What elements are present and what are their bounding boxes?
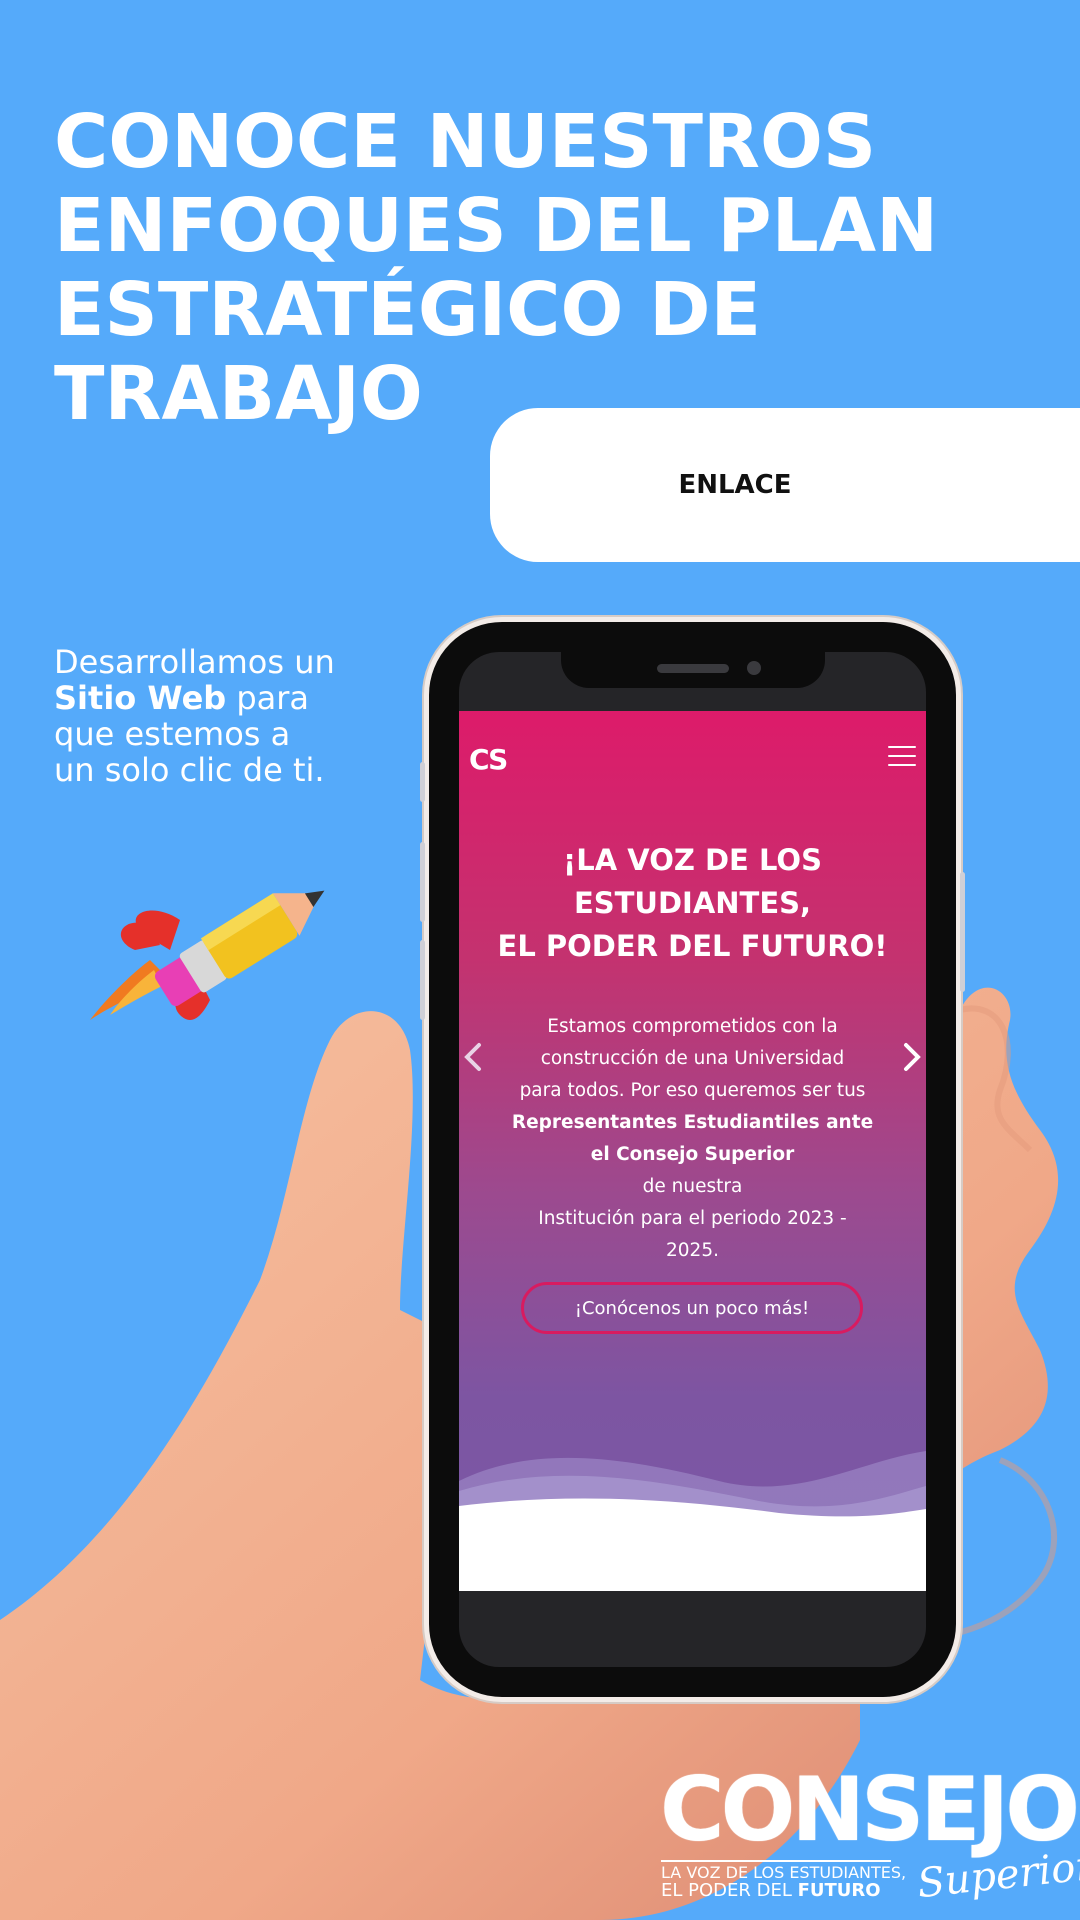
tagline: Desarrollamos un Sitio Web para que este… — [54, 644, 414, 788]
brand-divider — [661, 1860, 891, 1862]
site-description-bold: Representantes Estudiantiles ante — [511, 1112, 874, 1133]
consejo-superior-logo: CONSEJO LA VOZ DE LOS ESTUDIANTES, EL PO… — [655, 1758, 1080, 1910]
site-title-line: ESTUDIANTES, — [573, 886, 812, 920]
site-title-line: ¡LA VOZ DE LOS — [563, 843, 822, 877]
camera-icon — [747, 661, 761, 675]
site-title: ¡LA VOZ DE LOS ESTUDIANTES, EL PODER DEL… — [459, 839, 926, 968]
site-description-line: Institución para el periodo 2023 - — [538, 1208, 847, 1229]
site-description-line: 2025. — [666, 1240, 719, 1261]
phone-side-button — [420, 762, 425, 802]
tagline-line: Desarrollamos un — [54, 643, 335, 681]
headline: CONOCE NUESTROS ENFOQUES DEL PLAN ESTRAT… — [54, 100, 954, 436]
site-description-line: Estamos comprometidos con la — [547, 1016, 838, 1037]
phone-screen: CS ¡LA VOZ DE LOS ESTUDIANTES, EL PODER … — [459, 652, 926, 1667]
tagline-line: que estemos a — [54, 715, 291, 753]
phone-notch — [561, 652, 825, 688]
website-hero: CS ¡LA VOZ DE LOS ESTUDIANTES, EL PODER … — [459, 711, 926, 1591]
site-description-line: construcción de una Universidad — [540, 1048, 845, 1069]
cta-button[interactable]: ¡Conócenos un poco más! — [521, 1282, 863, 1334]
site-logo[interactable]: CS — [469, 743, 508, 776]
site-description-line: el Consejo Superior de nuestra — [501, 1139, 884, 1203]
headline-line: CONOCE NUESTROS — [54, 99, 877, 185]
wave-divider — [459, 1451, 926, 1591]
brand-tagline: EL PODER DEL FUTURO — [661, 1882, 881, 1900]
brand-wordmark: CONSEJO — [660, 1758, 1080, 1861]
site-description-line: Representantes Estudiantiles ante — [501, 1107, 884, 1139]
chevron-left-icon[interactable] — [459, 1037, 487, 1077]
tagline-line: un solo clic de ti. — [54, 751, 325, 789]
phone-side-button — [960, 872, 965, 992]
tagline-bold: Sitio Web — [54, 679, 227, 717]
hamburger-menu-icon[interactable] — [888, 746, 916, 770]
enlace-button[interactable]: ENLACE — [490, 408, 1080, 562]
chevron-right-icon[interactable] — [898, 1037, 926, 1077]
phone-side-button — [420, 842, 425, 922]
speaker-icon — [657, 664, 729, 673]
site-description: Estamos comprometidos con la construcció… — [501, 1011, 884, 1267]
site-description-text: de nuestra — [642, 1176, 743, 1197]
brand-tagline-bold: FUTURO — [797, 1880, 881, 1901]
site-description-bold: el Consejo Superior — [590, 1144, 795, 1165]
phone-mockup: CS ¡LA VOZ DE LOS ESTUDIANTES, EL PODER … — [420, 617, 965, 1702]
headline-line: ESTRATÉGICO DE — [54, 267, 762, 353]
site-title-line: EL PODER DEL FUTURO! — [497, 929, 888, 963]
headline-line: ENFOQUES DEL PLAN — [54, 183, 939, 269]
tagline-line: para — [226, 679, 310, 717]
phone-side-button — [420, 940, 425, 1020]
enlace-button-label: ENLACE — [678, 470, 792, 500]
brand-tagline-text: EL PODER DEL — [661, 1880, 798, 1901]
site-description-line: para todos. Por eso queremos ser tus — [519, 1080, 866, 1101]
